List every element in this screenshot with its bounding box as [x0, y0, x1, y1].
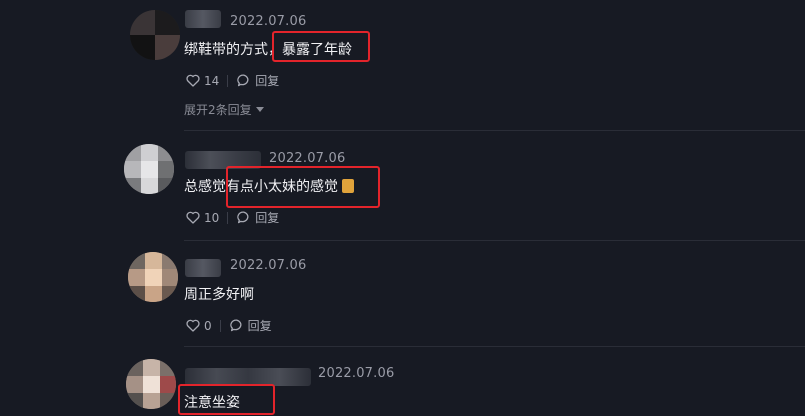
heart-outline-icon [186, 74, 200, 87]
comment-date: 2022.07.06 [230, 14, 307, 29]
highlight-box [226, 166, 380, 208]
avatar[interactable] [124, 144, 174, 194]
comment-actions: 0 回复 [186, 317, 272, 334]
expand-replies-label: 展开2条回复 [184, 103, 252, 117]
heart-outline-icon [186, 211, 200, 224]
reply-label: 回复 [255, 74, 280, 88]
comment-date: 2022.07.06 [318, 366, 395, 381]
like-button[interactable]: 10 [186, 211, 219, 225]
like-button[interactable]: 14 [186, 74, 219, 88]
reply-button[interactable]: 回复 [237, 72, 279, 89]
speech-bubble-icon [237, 74, 251, 87]
action-separator [227, 211, 229, 224]
comment-divider [184, 130, 805, 131]
expand-replies-button[interactable]: 展开2条回复 [184, 101, 264, 118]
comment-text: 周正多好啊 [184, 284, 254, 304]
highlight-box [272, 31, 370, 62]
comment-1: 2022.07.06 绑鞋带的方式，暴露了年龄 14 回复 展开2条回复 [0, 0, 805, 130]
avatar[interactable] [126, 359, 176, 409]
comment-date: 2022.07.06 [230, 258, 307, 273]
comment-date: 2022.07.06 [269, 151, 346, 166]
comment-text-prefix: 周正多好啊 [184, 287, 254, 303]
like-count: 10 [204, 210, 220, 225]
avatar[interactable] [130, 10, 180, 60]
comment-actions: 14 回复 [186, 72, 279, 89]
comment-text-prefix: 总感觉 [184, 179, 226, 195]
speech-bubble-icon [237, 211, 251, 224]
reply-button[interactable]: 回复 [229, 317, 272, 334]
comment-text-prefix: 绑鞋带的方式， [184, 42, 282, 58]
comment-actions: 10 回复 [186, 209, 279, 226]
like-count: 0 [204, 318, 212, 333]
action-separator [219, 319, 221, 332]
caret-down-icon [255, 107, 264, 112]
username-blurred[interactable] [185, 10, 221, 28]
comment-2: 2022.07.06 总感觉有点小太妹的感觉 10 回复 [0, 140, 805, 240]
like-count: 14 [204, 73, 220, 88]
avatar[interactable] [128, 252, 178, 302]
comment-4: 2022.07.06 注意坐姿 [0, 356, 805, 416]
highlight-box [178, 384, 275, 415]
comment-3: 2022.07.06 周正多好啊 0 回复 [0, 250, 805, 346]
action-separator [227, 74, 229, 87]
comment-divider [184, 240, 805, 241]
like-button[interactable]: 0 [186, 319, 212, 333]
reply-label: 回复 [247, 319, 272, 333]
comment-divider [184, 346, 805, 347]
username-blurred[interactable] [185, 259, 221, 277]
reply-label: 回复 [255, 211, 280, 225]
speech-bubble-icon [229, 319, 244, 332]
reply-button[interactable]: 回复 [237, 209, 279, 226]
heart-outline-icon [186, 319, 200, 332]
